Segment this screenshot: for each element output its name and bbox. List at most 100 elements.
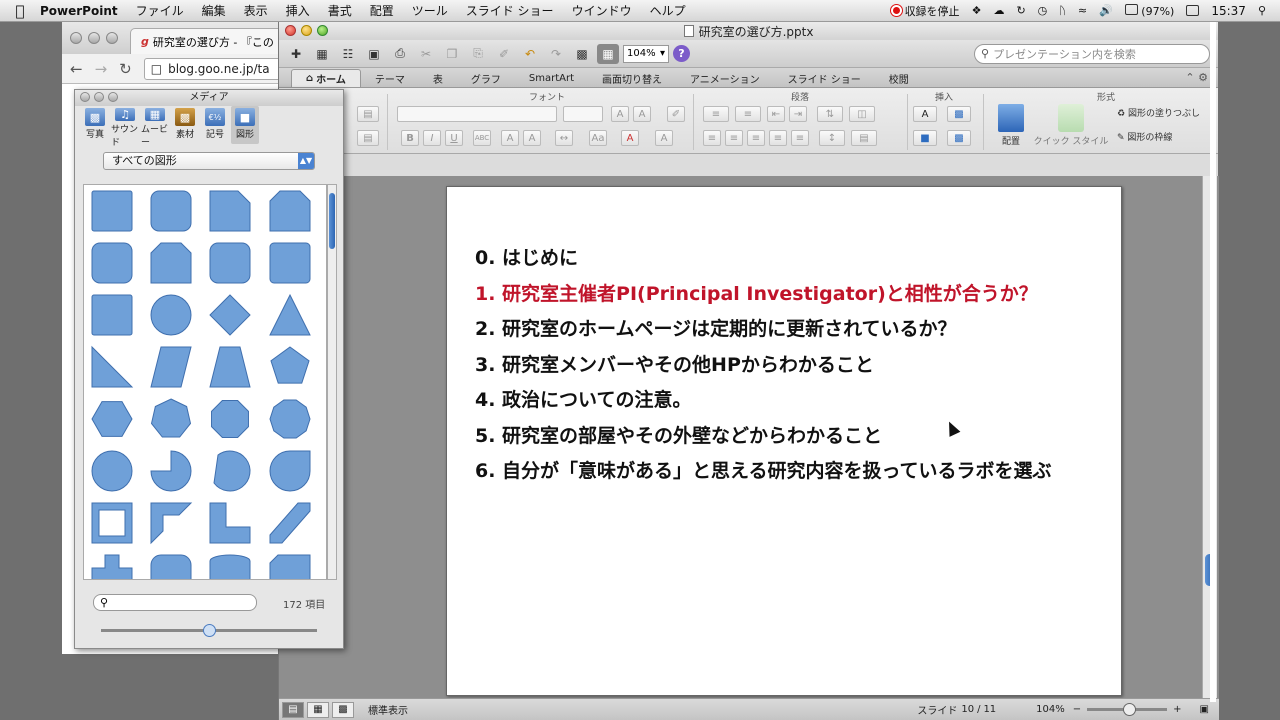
shape-thumbnail-dec[interactable] <box>269 399 311 439</box>
toolbox-icon[interactable]: ▦ <box>597 43 619 64</box>
text-effects-icon[interactable]: A <box>655 130 673 146</box>
slide-bullet-4[interactable]: 4. 政治についての注意。 <box>475 385 691 412</box>
menu-insert[interactable]: 挿入 <box>286 2 310 19</box>
slide-sorter-button[interactable]: ▦ <box>307 701 329 718</box>
shrink-font-icon[interactable]: A <box>633 106 651 122</box>
thumbnail-size-slider[interactable] <box>101 624 317 637</box>
shape-thumbnail-triangle[interactable] <box>269 293 311 336</box>
spotlight-icon[interactable]: ⚲ <box>1258 4 1266 17</box>
bold-icon[interactable]: B <box>401 130 419 146</box>
scroll-thumb[interactable] <box>329 193 335 249</box>
shape-thumbnail-round2[interactable] <box>91 242 133 284</box>
volume-icon[interactable]: 🔊 <box>1099 4 1113 17</box>
shape-thumbnail-lshape[interactable] <box>209 502 251 544</box>
shape-insert-icon[interactable]: ■ <box>913 130 937 146</box>
shape-grid-scrollbar[interactable] <box>327 184 337 580</box>
presentation-search-input[interactable]: ⚲ プレゼンテーション内を検索 <box>974 43 1210 64</box>
media-browser-icon[interactable]: ▩ <box>571 44 593 64</box>
arrange-button[interactable]: 配置 <box>991 104 1031 147</box>
apple-menu-icon[interactable]:  <box>0 2 40 20</box>
slideshow-view-button[interactable]: ▩ <box>332 701 354 718</box>
shape-thumbnail-pent[interactable] <box>270 346 310 384</box>
shape-thumbnail-hex[interactable] <box>91 401 133 437</box>
superscript-icon[interactable]: A <box>501 130 519 146</box>
new-icon[interactable]: ✚ <box>285 44 307 64</box>
normal-view-button[interactable]: ▤ <box>282 701 304 718</box>
tab-transitions[interactable]: 画面切り替え <box>588 69 676 87</box>
tab-theme[interactable]: テーマ <box>361 69 419 87</box>
reload-icon[interactable]: ↻ <box>119 60 132 78</box>
zoom-out-icon[interactable]: − <box>1073 704 1081 715</box>
sync-icon[interactable]: ↻ <box>1016 4 1025 17</box>
media-close-button[interactable] <box>80 92 90 102</box>
ppt-minimize-button[interactable] <box>301 25 312 36</box>
shape-fill-button[interactable]: ♻ 図形の塗りつぶし <box>1117 106 1200 119</box>
shape-thumbnail-rect[interactable] <box>91 190 133 232</box>
font-color-icon[interactable]: A <box>621 130 639 146</box>
time-machine-icon[interactable]: ◷ <box>1038 4 1048 17</box>
menu-help[interactable]: ヘルプ <box>650 2 686 19</box>
slide-bullet-3[interactable]: 3. 研究室メンバーやその他HPからわかること <box>475 350 874 377</box>
shape-thumbnail-circle[interactable] <box>150 294 192 336</box>
layout-icon[interactable]: ▤ <box>357 106 379 122</box>
zoom-slider[interactable] <box>1087 703 1168 716</box>
change-case-icon[interactable]: Aa <box>589 130 607 146</box>
shape-thumbnail-corner[interactable] <box>150 502 193 545</box>
slide-insert-icon[interactable]: ▩ <box>947 130 971 146</box>
font-name-field[interactable] <box>397 106 557 122</box>
forward-arrow-icon[interactable]: → <box>95 60 108 78</box>
shape-thumbnail-snip3[interactable] <box>150 242 192 284</box>
media-zoom-button[interactable] <box>108 92 118 102</box>
media-minimize-button[interactable] <box>94 92 104 102</box>
increase-indent-icon[interactable]: ⇥ <box>789 106 807 122</box>
media-tab-shapes[interactable]: ■ 図形 <box>231 106 259 144</box>
tab-animations[interactable]: アニメーション <box>676 69 774 87</box>
slide-bullet-5[interactable]: 5. 研究室の部屋やその外壁などからわかること <box>475 421 882 448</box>
justify-icon[interactable]: ≡ <box>769 130 787 146</box>
ppt-close-button[interactable] <box>285 25 296 36</box>
vertical-align-icon[interactable]: ▤ <box>851 130 877 146</box>
menu-tools[interactable]: ツール <box>412 2 448 19</box>
slide-bullet-1[interactable]: 1. 研究室主催者PI(Principal Investigator)と相性が合… <box>475 279 1038 306</box>
tab-smartart[interactable]: SmartArt <box>515 69 588 87</box>
strikethrough-icon[interactable]: ABC <box>473 130 491 146</box>
tab-slideshow[interactable]: スライド ショー <box>774 69 875 87</box>
menu-arrange[interactable]: 配置 <box>370 2 394 19</box>
slide-bullet-0[interactable]: 0. はじめに <box>475 243 578 270</box>
shape-thumbnail-tear[interactable] <box>269 450 311 492</box>
wifi-icon[interactable]: ≈ <box>1078 4 1087 17</box>
bullets-icon[interactable]: ≡ <box>703 106 729 122</box>
shape-thumbnail-snipround[interactable] <box>269 242 311 284</box>
text-box-icon[interactable]: A <box>913 106 937 122</box>
align-right-icon[interactable]: ≡ <box>747 130 765 146</box>
media-tab-clipart[interactable]: ▩ 素材 <box>171 106 199 144</box>
shape-search-input[interactable]: ⚲ <box>93 594 257 611</box>
battery-indicator[interactable]: (97%) <box>1124 3 1174 18</box>
shape-thumbnail-round3[interactable] <box>209 242 251 284</box>
shape-thumbnail-trap[interactable] <box>209 346 251 388</box>
columns-icon[interactable]: ◫ <box>849 106 875 122</box>
tab-home[interactable]: ⌂ ホーム <box>291 69 361 87</box>
distribute-icon[interactable]: ≡ <box>791 130 809 146</box>
tab-chart[interactable]: グラフ <box>457 69 515 87</box>
media-tab-photos[interactable]: ▩ 写真 <box>81 106 109 144</box>
quick-style-button[interactable]: クイック スタイル <box>1031 104 1111 147</box>
print-icon[interactable]: ⎙ <box>389 44 411 64</box>
shape-category-select[interactable]: すべての図形 ▲▼ <box>103 152 315 170</box>
italic-icon[interactable]: I <box>423 130 441 146</box>
menu-file[interactable]: ファイル <box>136 2 184 19</box>
slide-canvas[interactable]: 0. はじめに 1. 研究室主催者PI(Principal Investigato… <box>446 186 1122 696</box>
text-direction-icon[interactable]: ⇅ <box>817 106 843 122</box>
paste-icon[interactable]: ⎘ <box>467 44 489 64</box>
line-spacing-icon[interactable]: ↕ <box>819 130 845 146</box>
shape-thumbnail-diamond[interactable] <box>209 294 251 336</box>
shape-thumbnail-rtri[interactable] <box>91 345 134 388</box>
numbering-icon[interactable]: ≡ <box>735 106 761 122</box>
slide-bullet-6[interactable]: 6. 自分が「意味がある」と思える研究内容を扱っているラボを選ぶ <box>475 456 1052 483</box>
templates-icon[interactable]: ▦ <box>311 44 333 64</box>
shape-thumbnail-plaque[interactable] <box>150 554 192 580</box>
shape-thumbnail-para[interactable] <box>150 346 192 388</box>
shape-thumbnail-pie[interactable] <box>150 450 192 492</box>
help-icon[interactable]: ? <box>673 45 690 62</box>
dropbox-icon[interactable]: ❖ <box>972 4 982 17</box>
